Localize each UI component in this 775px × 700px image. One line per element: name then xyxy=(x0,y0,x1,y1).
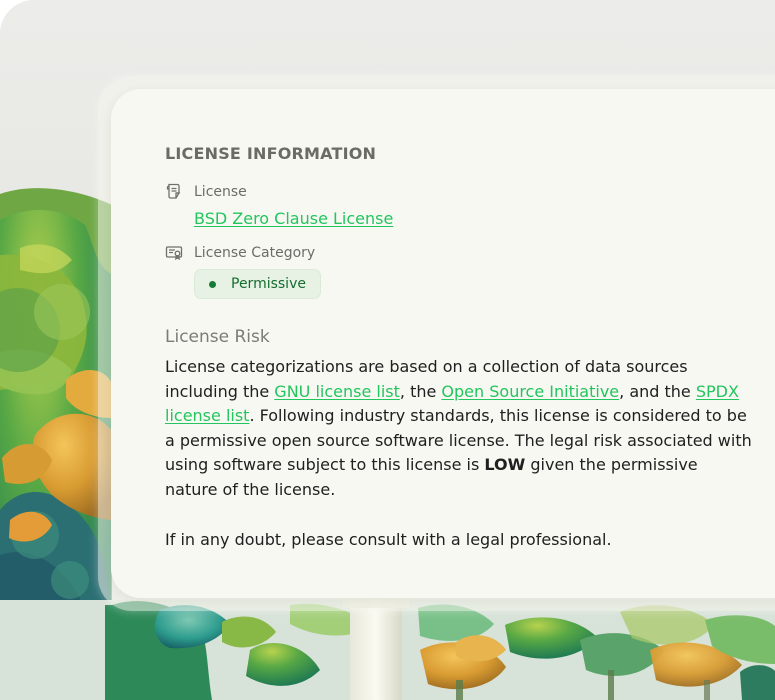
license-certificate-icon xyxy=(165,244,183,262)
risk-level: LOW xyxy=(484,455,526,475)
risk-separator-text: , the xyxy=(399,381,442,401)
license-category-label: License Category xyxy=(194,245,316,261)
status-dot-icon xyxy=(209,280,216,288)
license-category-badge: Permissive xyxy=(194,269,321,299)
license-category-field: License Category Permissive xyxy=(165,243,765,299)
app-window: LICENSE INFORMATION License BSD Zero Cla… xyxy=(0,0,775,700)
license-risk-description: License categorizations are based on a c… xyxy=(165,355,755,503)
license-category-value: Permissive xyxy=(231,276,306,292)
license-risk-heading: License Risk xyxy=(165,327,270,347)
legal-advice-note: If in any doubt, please consult with a l… xyxy=(165,529,612,549)
section-title: LICENSE INFORMATION xyxy=(165,144,377,163)
open-source-initiative-link[interactable]: Open Source Initiative xyxy=(441,382,619,401)
gnu-license-list-link[interactable]: GNU license list xyxy=(274,382,400,401)
license-field: License BSD Zero Clause License xyxy=(165,182,765,230)
license-name-link[interactable]: BSD Zero Clause License xyxy=(194,208,393,230)
license-label: License xyxy=(194,184,247,200)
risk-separator-text-2: , and the xyxy=(619,381,696,401)
license-document-icon xyxy=(165,183,183,201)
license-information-content: LICENSE INFORMATION License BSD Zero Cla… xyxy=(165,142,765,552)
